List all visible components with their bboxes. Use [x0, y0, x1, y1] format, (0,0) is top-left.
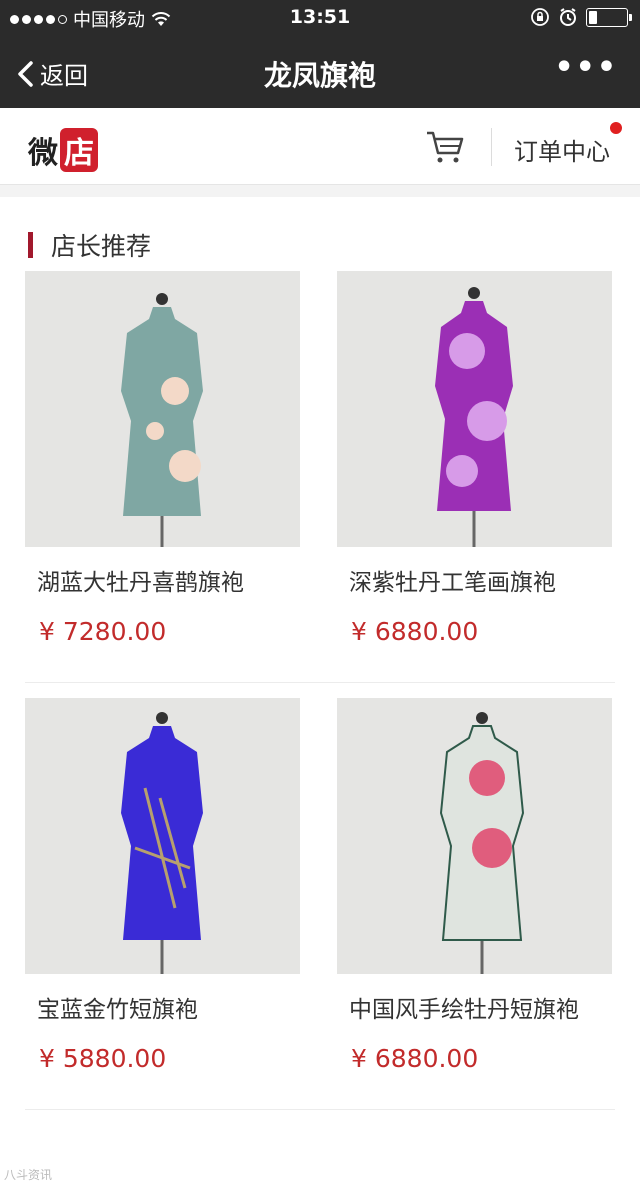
status-bar: 中国移动 13:51 [0, 0, 640, 34]
section-header: 店长推荐 [28, 227, 151, 263]
orders-center-link[interactable]: 订单中心 [514, 132, 610, 167]
row-divider [25, 1109, 615, 1110]
shop-header: 微 店 订单中心 [0, 108, 640, 185]
status-right [530, 7, 632, 27]
carrier-label: 中国移动 [73, 10, 145, 31]
product-price: ¥ 6880.00 [351, 617, 479, 646]
header-divider [491, 128, 492, 166]
product-name[interactable]: 宝蓝金竹短旗袍 [25, 990, 300, 1024]
watermark: 八斗资讯 [4, 1168, 53, 1182]
product-image[interactable] [337, 271, 612, 547]
notification-dot [610, 122, 622, 134]
logo-text-dian: 店 [60, 128, 98, 172]
cart-icon[interactable] [425, 129, 465, 165]
product-price: ¥ 5880.00 [39, 1044, 167, 1073]
dress-image [337, 698, 612, 974]
product-card[interactable]: 深紫牡丹工笔画旗袍 ¥ 6880.00 [337, 271, 612, 646]
product-image[interactable] [337, 698, 612, 974]
clock: 13:51 [289, 6, 351, 28]
more-menu-button[interactable]: ••• [554, 53, 618, 83]
product-card[interactable]: 中国风手绘牡丹短旗袍 ¥ 6880.00 [337, 698, 612, 1073]
product-card[interactable]: 宝蓝金竹短旗袍 ¥ 5880.00 [25, 698, 300, 1073]
section-title: 店长推荐 [51, 232, 152, 261]
signal-strength-icon [10, 14, 67, 24]
product-price: ¥ 6880.00 [351, 1044, 479, 1073]
row-divider [25, 682, 615, 683]
main-content: 店长推荐 湖蓝大牡丹喜鹊旗袍 ¥ 7280.00 深紫牡丹工笔画旗袍 ¥ 688… [0, 197, 640, 1187]
product-image[interactable] [25, 698, 300, 974]
product-image[interactable] [25, 271, 300, 547]
section-accent-bar [28, 232, 33, 258]
nav-bar: 返回 龙凤旗袍 ••• [0, 34, 640, 108]
product-price: ¥ 7280.00 [39, 617, 167, 646]
product-name[interactable]: 中国风手绘牡丹短旗袍 [337, 990, 612, 1024]
wifi-icon [151, 12, 171, 26]
weidian-logo[interactable]: 微 店 [28, 128, 98, 172]
product-name[interactable]: 深紫牡丹工笔画旗袍 [337, 563, 612, 597]
header-gap [0, 185, 640, 197]
logo-text-wei: 微 [28, 136, 58, 171]
battery-icon [586, 7, 632, 27]
product-name[interactable]: 湖蓝大牡丹喜鹊旗袍 [25, 563, 300, 597]
dress-image [25, 698, 300, 974]
dress-image [25, 271, 300, 547]
dress-image [337, 271, 612, 547]
rotation-lock-icon [531, 8, 549, 26]
page-title: 龙凤旗袍 [263, 59, 376, 92]
status-left: 中国移动 [10, 6, 171, 32]
alarm-icon [560, 8, 576, 26]
product-card[interactable]: 湖蓝大牡丹喜鹊旗袍 ¥ 7280.00 [25, 271, 300, 646]
